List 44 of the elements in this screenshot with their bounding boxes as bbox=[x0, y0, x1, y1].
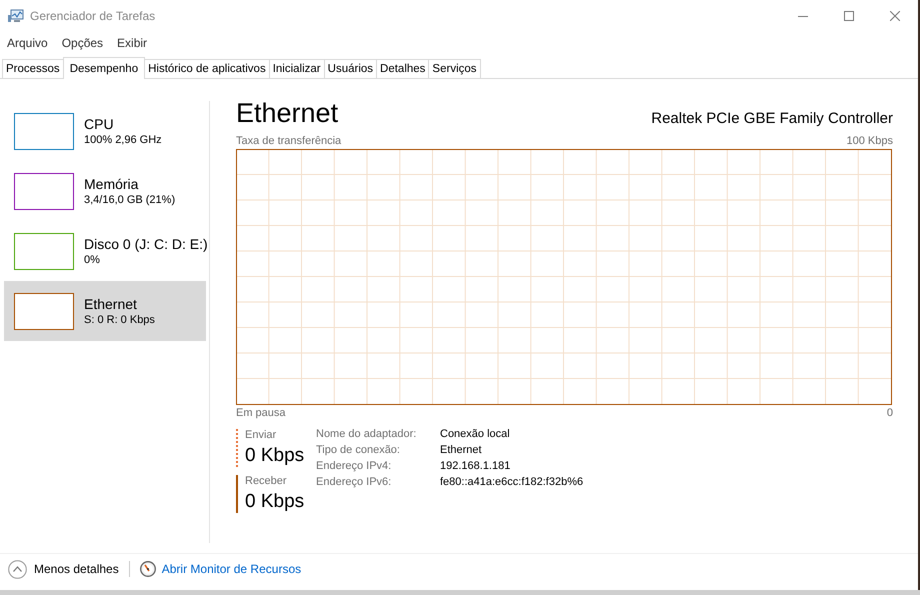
resource-monitor-link[interactable]: Abrir Monitor de Recursos bbox=[162, 562, 302, 576]
graph-status: Em pausa bbox=[236, 407, 286, 421]
property-value: fe80::a41a:e6cc:f182:f32b%6 bbox=[440, 476, 584, 488]
chevron-up-icon bbox=[8, 560, 27, 578]
device-name: Disco 0 (J: C: D: E:) bbox=[84, 236, 208, 252]
axis-max-label: 100 Kbps bbox=[846, 135, 893, 149]
device-usage: 0% bbox=[84, 254, 101, 266]
device-name: CPU bbox=[84, 116, 115, 132]
device-name: Memória bbox=[84, 176, 140, 192]
throughput-value: 0 Kbps bbox=[245, 445, 306, 467]
property-value: Ethernet bbox=[440, 444, 483, 456]
device-usage: 3,4/16,0 GB (21%) bbox=[84, 194, 176, 206]
property-label: Tipo de conexão: bbox=[316, 444, 401, 456]
throughput-value: 0 Kbps bbox=[245, 491, 306, 513]
property-label: Nome do adaptador: bbox=[316, 428, 418, 440]
window-title: Gerenciador de Tarefas bbox=[30, 9, 156, 23]
axis-min-label: 0 bbox=[886, 407, 893, 421]
property-label: Endereço IPv6: bbox=[316, 476, 392, 488]
property-value: Conexão local bbox=[440, 428, 511, 440]
device-name: Ethernet bbox=[84, 296, 138, 312]
sidebar-item[interactable]: Memória 3,4/16,0 GB (21%) bbox=[4, 161, 206, 221]
sidebar-item[interactable]: CPU 100% 2,96 GHz bbox=[4, 101, 206, 161]
property-label: Endereço IPv4: bbox=[316, 460, 392, 472]
graph-label: Taxa de transferência bbox=[236, 135, 342, 149]
less-details-button[interactable]: Menos detalhes bbox=[8, 560, 119, 578]
menu-item[interactable]: Exibir bbox=[117, 36, 148, 50]
throughput-label: Receber bbox=[245, 475, 288, 489]
device-usage: 100% 2,96 GHz bbox=[84, 134, 162, 146]
sidebar-item[interactable]: Ethernet S: 0 R: 0 Kbps bbox=[4, 281, 206, 341]
app-icon bbox=[8, 9, 24, 23]
gauge-icon bbox=[140, 561, 156, 577]
tab[interactable]: Desempenho bbox=[62, 57, 146, 79]
tab[interactable]: Processos bbox=[2, 59, 64, 78]
close-icon bbox=[890, 11, 900, 21]
device-usage: S: 0 R: 0 Kbps bbox=[84, 314, 155, 326]
device-model: Realtek PCIe GBE Family Controller bbox=[651, 110, 893, 129]
throughput-label: Enviar bbox=[245, 429, 278, 443]
menu-item[interactable]: Opções bbox=[62, 36, 104, 50]
maximize-icon bbox=[844, 11, 854, 21]
panel-title: Ethernet bbox=[236, 98, 338, 129]
property-value: 192.168.1.181 bbox=[440, 460, 512, 472]
menu-item[interactable]: Arquivo bbox=[7, 36, 48, 50]
tab[interactable]: Serviços bbox=[428, 59, 481, 78]
sidebar-item[interactable]: Disco 0 (J: C: D: E:) 0% bbox=[4, 221, 206, 281]
